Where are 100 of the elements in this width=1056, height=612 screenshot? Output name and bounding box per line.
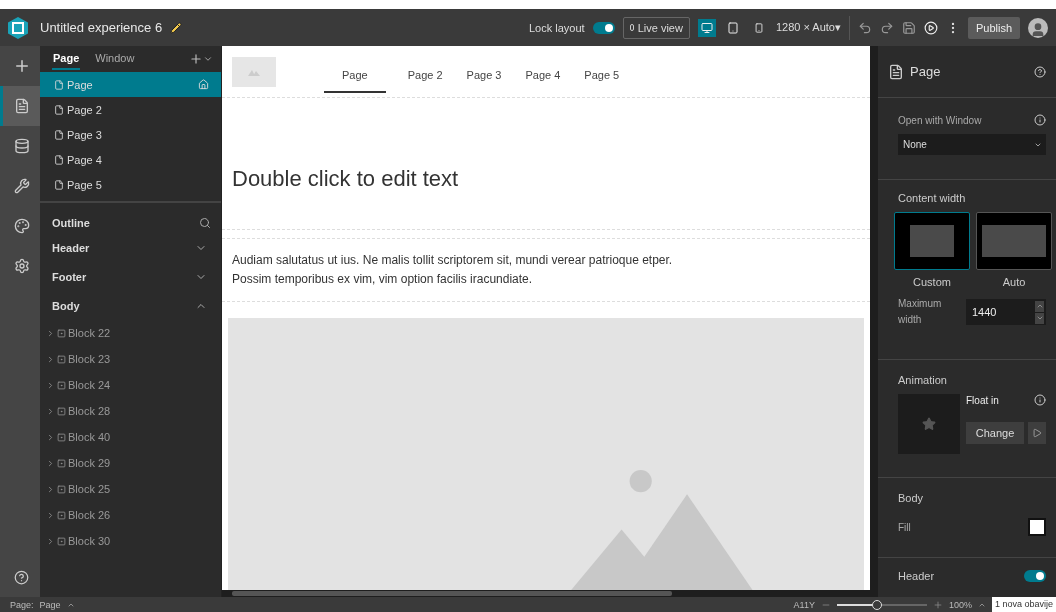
block-icon: [57, 432, 66, 442]
panel-tab[interactable]: Window: [94, 48, 136, 70]
search-icon[interactable]: [199, 217, 211, 229]
block-name: Block 25: [68, 483, 111, 495]
page-status-value[interactable]: Page: [39, 599, 61, 610]
play-icon: [1032, 428, 1042, 438]
outline-block[interactable]: Block 23: [40, 346, 221, 372]
lock-layout-toggle[interactable]: [592, 21, 615, 34]
page-name: Page: [67, 78, 93, 91]
block-name: Block 22: [68, 327, 111, 339]
chevron-right-icon: [46, 380, 55, 390]
outline-section[interactable]: Body: [40, 291, 221, 320]
page-name: Page 5: [67, 178, 102, 191]
live-view-button[interactable]: Live view: [622, 16, 690, 39]
publish-button[interactable]: Publish: [967, 16, 1020, 39]
layout-preview-icon: [910, 225, 954, 257]
change-button[interactable]: Change: [966, 422, 1024, 444]
header-toggle[interactable]: [1024, 570, 1046, 582]
page-icon: [54, 154, 64, 165]
palette-icon: [13, 218, 30, 234]
page-item[interactable]: Page 3: [40, 122, 221, 147]
maximum-width-label: Maximum width: [898, 297, 943, 327]
chevron-down-icon: [203, 54, 213, 64]
zoom-reading: 100%: [948, 599, 972, 610]
window-select[interactable]: None: [898, 134, 1046, 155]
desktop-view-button[interactable]: [697, 18, 716, 37]
animation-name: Float in: [966, 394, 999, 406]
page-item[interactable]: Page 4: [40, 147, 221, 172]
redo-button[interactable]: [879, 20, 894, 35]
info-icon[interactable]: [1034, 114, 1046, 126]
horizontal-scrollbar[interactable]: [232, 591, 672, 596]
zoom-handle[interactable]: [872, 599, 883, 610]
maximum-width-field[interactable]: 1440: [966, 299, 1046, 325]
notification-toast[interactable]: 1 nova obavije: [991, 597, 1056, 612]
outline-block[interactable]: Block 29: [40, 450, 221, 476]
outline-block[interactable]: Block 28: [40, 398, 221, 424]
block-icon: [57, 510, 66, 520]
add-page-button[interactable]: [189, 52, 213, 66]
outline-title: Outline: [52, 217, 90, 229]
panel-tab[interactable]: Page: [52, 48, 81, 70]
option-label: Auto: [1002, 276, 1026, 288]
lock-layout-label: Lock layout: [529, 21, 585, 34]
app-logo-icon: [8, 16, 28, 39]
star-icon: [922, 417, 936, 431]
outline-block[interactable]: Block 30: [40, 528, 221, 554]
wrench-icon: [13, 178, 30, 194]
nav-link[interactable]: Page 2: [405, 58, 445, 93]
save-button[interactable]: [901, 20, 916, 35]
block-name: Block 29: [68, 457, 111, 469]
nav-link[interactable]: Page 5: [582, 58, 622, 93]
pages-rail-button[interactable]: [0, 86, 40, 126]
user-avatar[interactable]: [1028, 17, 1048, 38]
outline-block[interactable]: Block 26: [40, 502, 221, 528]
page-name: Page 3: [67, 128, 102, 141]
a11y-label[interactable]: A11Y: [793, 599, 815, 610]
content-width-option[interactable]: [976, 212, 1052, 270]
nav-link[interactable]: Page 3: [464, 58, 504, 93]
animation-label: Animation: [898, 374, 948, 386]
content-width-option[interactable]: [894, 212, 970, 270]
resolution-dropdown[interactable]: 1280 × Auto▾: [775, 21, 841, 34]
tablet-icon: [726, 21, 739, 34]
header-label: Header: [898, 570, 935, 582]
preview-button[interactable]: [923, 20, 938, 35]
decrement-button[interactable]: [1035, 312, 1044, 324]
chevron-right-icon: [46, 354, 55, 364]
fill-color-swatch[interactable]: [1028, 518, 1046, 536]
page-icon: [13, 98, 30, 114]
block-name: Block 28: [68, 405, 111, 417]
nav-link[interactable]: Page 4: [523, 58, 563, 93]
plus-icon: [189, 52, 203, 66]
increment-button[interactable]: [1035, 300, 1044, 312]
outline-block[interactable]: Block 25: [40, 476, 221, 502]
outline-block[interactable]: Block 22: [40, 320, 221, 346]
outline-block[interactable]: Block 40: [40, 424, 221, 450]
settings-icon: [13, 258, 30, 274]
page-icon: [54, 79, 64, 90]
page-icon: [54, 179, 64, 190]
page-item[interactable]: Page 5: [40, 172, 221, 197]
pencil-icon[interactable]: [170, 21, 183, 34]
block-name: Block 40: [68, 431, 111, 443]
redo-icon: [879, 20, 894, 35]
page-icon: [54, 129, 64, 140]
monitor-icon: [700, 21, 713, 34]
page-item[interactable]: Page: [40, 72, 221, 97]
play-button[interactable]: [1028, 422, 1046, 444]
help-icon[interactable]: [1034, 65, 1046, 78]
info-icon[interactable]: [1034, 394, 1046, 406]
outline-section[interactable]: Header: [40, 233, 221, 262]
chevron-right-icon: [46, 432, 55, 442]
nav-link[interactable]: Page: [324, 58, 386, 93]
undo-button[interactable]: [857, 20, 872, 35]
outline-block[interactable]: Block 24: [40, 372, 221, 398]
panel-title: Page: [910, 64, 941, 79]
block-icon: [57, 354, 66, 364]
chevron-right-icon: [46, 536, 55, 546]
page-item[interactable]: Page 2: [40, 97, 221, 122]
fill-label: Fill: [898, 521, 911, 533]
outline-section[interactable]: Footer: [40, 262, 221, 291]
block-icon: [57, 484, 66, 494]
database-icon: [13, 138, 30, 154]
